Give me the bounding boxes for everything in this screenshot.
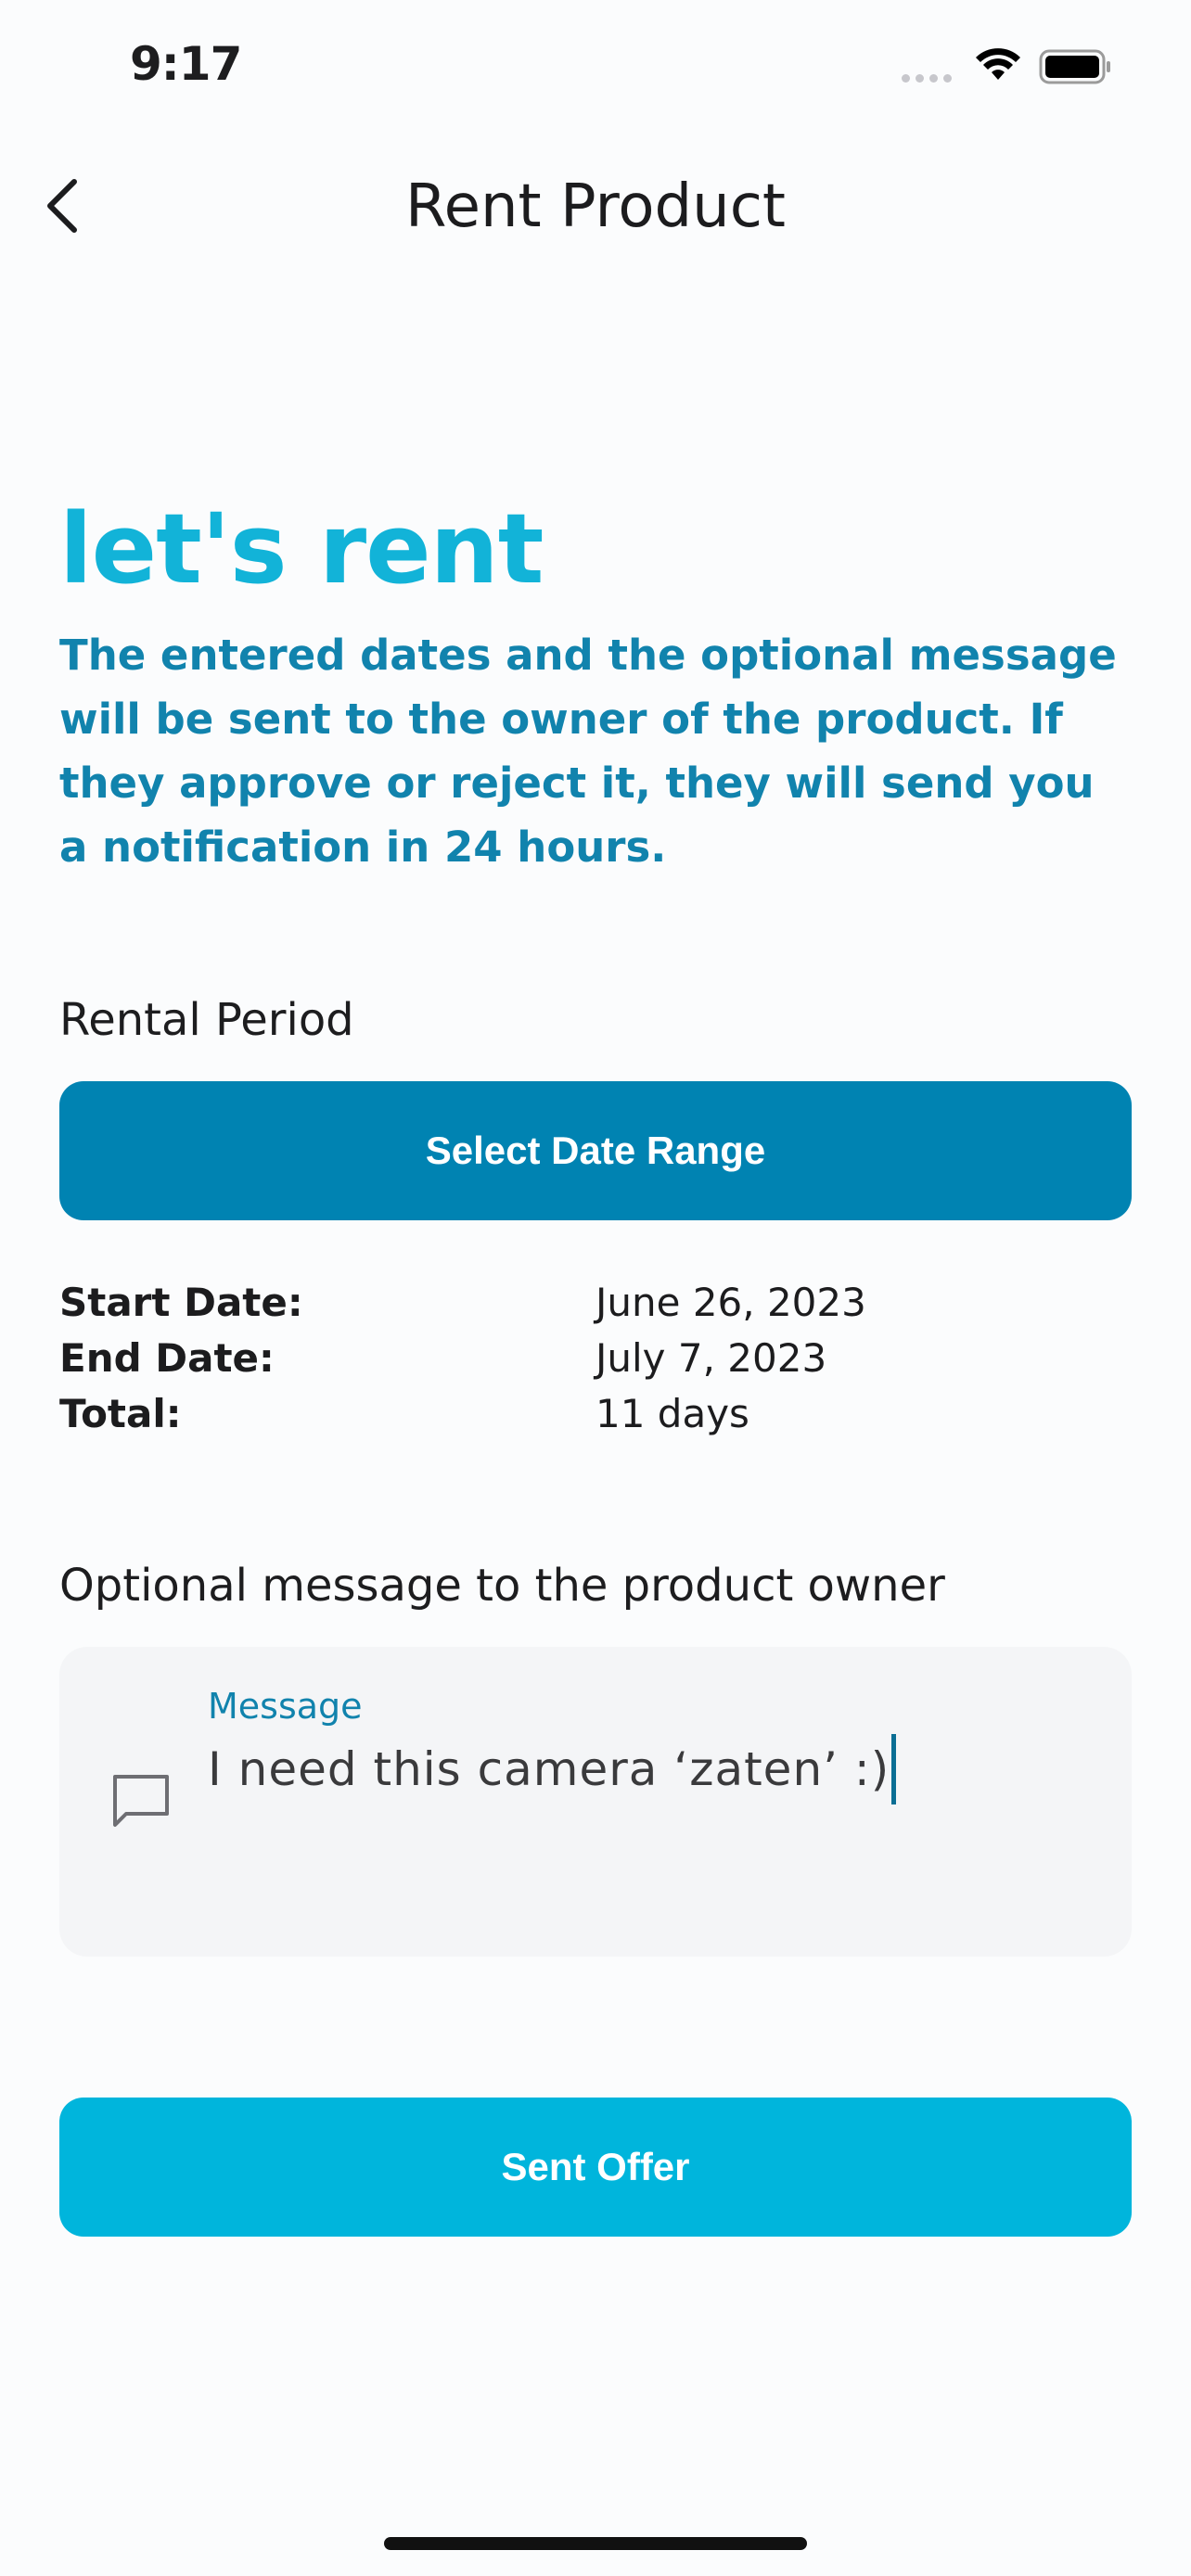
cellular-signal-icon <box>902 74 952 83</box>
wifi-icon <box>974 46 1022 87</box>
end-date-label: End Date: <box>59 1335 275 1381</box>
message-field-label: Message <box>208 1686 363 1727</box>
rental-period-label: Rental Period <box>59 994 354 1046</box>
battery-icon <box>1039 48 1113 89</box>
total-value: 11 days <box>596 1391 749 1436</box>
message-input-text: I need this camera ‘zaten’ :) <box>208 1742 890 1796</box>
end-date-row: End Date: July 7, 2023 <box>59 1335 1132 1391</box>
start-date-row: Start Date: June 26, 2023 <box>59 1280 1132 1335</box>
status-time: 9:17 <box>130 37 242 91</box>
sent-offer-button[interactable]: Sent Offer <box>59 2098 1132 2237</box>
select-date-range-button[interactable]: Select Date Range <box>59 1081 1132 1220</box>
message-input[interactable]: I need this camera ‘zaten’ :) <box>208 1734 897 1804</box>
hero-title: let's rent <box>59 492 544 606</box>
start-date-label: Start Date: <box>59 1280 303 1325</box>
optional-message-label: Optional message to the product owner <box>59 1560 945 1612</box>
text-cursor <box>891 1734 897 1804</box>
page-title: Rent Product <box>405 172 786 241</box>
home-indicator <box>384 2537 807 2550</box>
hero-description: The entered dates and the optional messa… <box>59 631 1117 872</box>
end-date-value: July 7, 2023 <box>596 1335 827 1381</box>
total-row: Total: 11 days <box>59 1391 1132 1447</box>
total-label: Total: <box>59 1391 182 1436</box>
chat-bubble-icon <box>109 1771 173 1834</box>
start-date-value: June 26, 2023 <box>596 1280 866 1325</box>
